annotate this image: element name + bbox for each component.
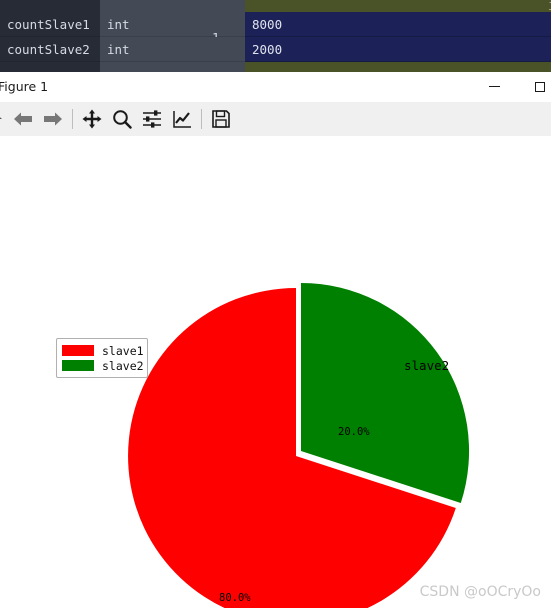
cell-variable-type: int bbox=[100, 37, 245, 62]
table-row[interactable]: countSlave1 int 8000 1 bbox=[0, 12, 551, 45]
forward-button[interactable] bbox=[38, 104, 68, 134]
cell-name-partial bbox=[0, 62, 100, 72]
window-titlebar: Figure 1 bbox=[0, 72, 551, 102]
toolbar-separator bbox=[201, 109, 202, 129]
cell-variable-name: countSlave1 bbox=[0, 12, 100, 37]
save-floppy-icon bbox=[210, 108, 232, 130]
chart-legend: slave1 slave2 bbox=[56, 338, 148, 378]
pie-percent-slave2: 20.0% bbox=[338, 426, 370, 438]
edit-axis-curve-icon bbox=[171, 108, 193, 130]
table-row-partial-top-value: j bbox=[245, 0, 551, 12]
pie-percent-slave1: 80.0% bbox=[219, 592, 251, 604]
maximize-button[interactable] bbox=[517, 72, 551, 101]
ide-variables-table: j countSlave1 int 8000 1 countSlave2 int… bbox=[0, 0, 551, 72]
edit-parameters-button[interactable] bbox=[167, 104, 197, 134]
table-row-partial-bottom-left bbox=[0, 62, 245, 72]
zoom-magnifier-icon bbox=[111, 108, 133, 130]
cell-variable-value: 8000 bbox=[245, 12, 551, 37]
back-button[interactable] bbox=[8, 104, 38, 134]
minimize-button[interactable] bbox=[472, 72, 517, 101]
cell-variable-name: countSlave2 bbox=[0, 37, 100, 62]
figure-canvas[interactable]: slave2 20.0% slave1 80.0% slave1 slave2 … bbox=[0, 136, 551, 608]
legend-swatch-slave2 bbox=[62, 360, 94, 371]
cell-type-partial bbox=[100, 0, 245, 12]
home-icon bbox=[0, 108, 4, 130]
table-row-partial-top-left bbox=[0, 0, 245, 12]
cell-name-partial bbox=[0, 0, 100, 12]
maximize-icon bbox=[534, 81, 545, 92]
csdn-watermark: CSDN @oOCryOo bbox=[419, 584, 541, 600]
legend-item-slave2: slave2 bbox=[62, 358, 144, 373]
toolbar-separator bbox=[72, 109, 73, 129]
table-row-partial-bottom-value bbox=[245, 62, 551, 72]
pan-button[interactable] bbox=[77, 104, 107, 134]
pie-label-slave2: slave2 bbox=[404, 358, 450, 373]
back-arrow-icon bbox=[12, 108, 34, 130]
home-button[interactable] bbox=[0, 104, 8, 134]
cell-variable-value: 2000 bbox=[245, 37, 551, 62]
zoom-button[interactable] bbox=[107, 104, 137, 134]
legend-label-slave2: slave2 bbox=[102, 358, 144, 373]
configure-subplots-icon bbox=[141, 108, 163, 130]
minimize-icon bbox=[489, 86, 500, 87]
pan-move-icon bbox=[81, 108, 103, 130]
configure-subplots-button[interactable] bbox=[137, 104, 167, 134]
cell-type-partial bbox=[100, 62, 245, 72]
legend-swatch-slave1 bbox=[62, 345, 94, 356]
window-title: Figure 1 bbox=[0, 79, 49, 94]
table-row[interactable]: countSlave2 int 2000 1 bbox=[0, 37, 551, 62]
matplotlib-navigation-toolbar bbox=[0, 102, 551, 137]
figure-window: Figure 1 slave2 20.0% 80.0% slave1 slave… bbox=[0, 72, 551, 608]
cell-variable-type: int bbox=[100, 12, 245, 37]
legend-item-slave1: slave1 bbox=[62, 343, 144, 358]
save-figure-button[interactable] bbox=[206, 104, 236, 134]
legend-label-slave1: slave1 bbox=[102, 343, 144, 358]
forward-arrow-icon bbox=[42, 108, 64, 130]
